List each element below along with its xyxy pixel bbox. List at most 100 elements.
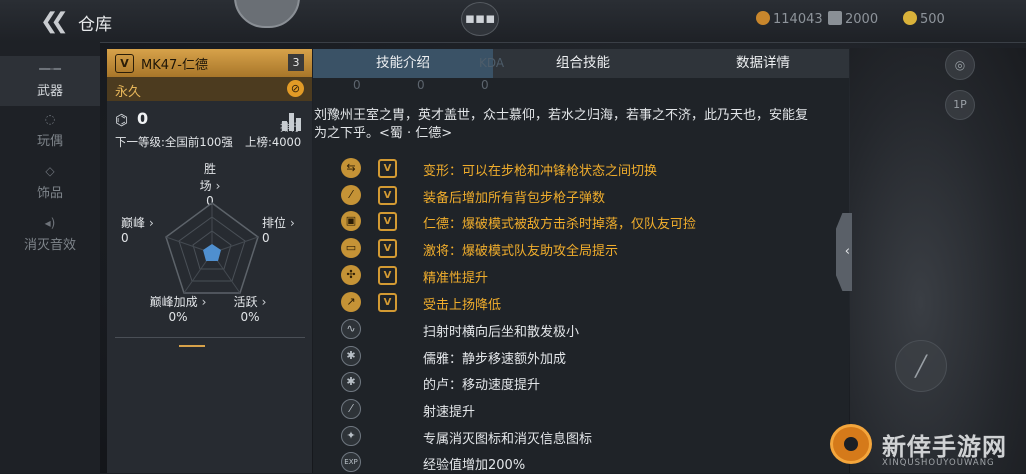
- battery-icon: ▭: [341, 238, 361, 258]
- weapon-description: 刘豫州王室之胄，英才盖世，众士慕仰，若水之归海，若事之不济，此乃天也，安能复为之…: [314, 108, 809, 141]
- sidebar-item-ornaments[interactable]: ◇ 饰品: [0, 164, 100, 201]
- kill-count: 0: [137, 109, 149, 128]
- skill-row: ▣ V 仁德：爆破模式被敌方击杀时掉落，仅队友可捡: [341, 211, 831, 233]
- sidebar-item-weapons[interactable]: ━╾━ 武器: [0, 56, 100, 106]
- emblem-v-icon: V: [378, 159, 397, 178]
- skill-text: 专属消灭图标和消灭信息图标: [423, 432, 593, 447]
- diamond-value: 2000: [845, 12, 879, 27]
- bullet-icon: ⁄: [341, 399, 361, 419]
- skill-text: 激将：爆破模式队友助攻全局提示: [423, 244, 619, 259]
- skill-text: 变形：可以在步枪和冲锋枪状态之间切换: [423, 164, 658, 179]
- tab-ghost-kda: KDA: [479, 56, 505, 70]
- exp-icon: EXP: [341, 452, 361, 472]
- skill-text: 受击上扬降低: [423, 298, 502, 313]
- side-drawer-handle[interactable]: ‹: [836, 213, 852, 291]
- skill-row: ✱ 的卢：移动速度提升: [341, 372, 831, 394]
- skill-text: 精准性提升: [423, 271, 489, 286]
- stat-value: 0%: [168, 310, 188, 324]
- emblem-v-icon: V: [378, 239, 397, 258]
- page-indicator: [179, 345, 205, 347]
- card-divider: [115, 337, 305, 338]
- skill-text: 的卢：移动速度提升: [423, 378, 541, 393]
- sidebar-item-kill-sound[interactable]: ◂) 消灭音效: [0, 216, 100, 253]
- ammo-icon: ⁄: [341, 185, 361, 205]
- avatar[interactable]: [234, 0, 300, 28]
- first-person-icon[interactable]: 1P: [945, 90, 975, 120]
- recoil-icon: ↗: [341, 292, 361, 312]
- emblem-v-icon: V: [378, 293, 397, 312]
- sidebar: ━╾━ 武器 ◌ 玩偶 ◇ 饰品 ◂) 消灭音效: [0, 42, 100, 473]
- sidebar-item-label: 武器: [36, 84, 63, 99]
- skill-row: EXP 经验值增加200%: [341, 452, 831, 474]
- back-chevron-icon[interactable]: ❮❮: [40, 9, 69, 34]
- rotate-view-icon[interactable]: ╱: [895, 340, 947, 392]
- sound-icon: ◂): [44, 216, 56, 230]
- ticket-value: 500: [920, 12, 945, 27]
- chevron-right-icon: ›: [290, 216, 295, 230]
- tab-data-details[interactable]: 数据详情: [693, 49, 833, 78]
- run-icon: ✱: [341, 372, 361, 392]
- ornament-icon: ◇: [45, 164, 55, 178]
- emblem-v-icon: V: [378, 186, 397, 205]
- ghost-value: 0: [353, 78, 361, 92]
- skill-content-panel: 0 0 0 刘豫州王室之胄，英才盖世，众士慕仰，若水之归海，若事之不济，此乃天也…: [313, 78, 849, 473]
- doll-icon: ◌: [44, 112, 56, 126]
- tab-skill-intro[interactable]: 技能介绍: [313, 49, 493, 80]
- skill-row: ⁄ 射速提升: [341, 399, 831, 421]
- no-entry-badge-icon: ⊘: [287, 80, 304, 97]
- currency-diamond: 2000: [828, 11, 878, 27]
- ghost-value: 0: [481, 78, 489, 92]
- stat-rank[interactable]: 排位 › 0: [262, 214, 308, 245]
- stat-label: 胜场: [199, 162, 216, 193]
- leaderboard-label: 排行: [280, 123, 300, 134]
- stat-peak[interactable]: 巅峰 › 0: [121, 214, 161, 245]
- watermark-title: 新倖手游网: [882, 432, 1007, 461]
- gift-icon: ▣: [341, 211, 361, 231]
- leaderboard-text: 上榜:4000: [245, 135, 302, 149]
- tab-bar: 技能介绍 KDA 组合技能 数据详情: [313, 49, 849, 80]
- skill-text: 仁德：爆破模式被敌方击杀时掉落，仅队友可捡: [423, 217, 697, 232]
- top-bar: ❮❮ 仓库 ▪▪▪ 114043 2000 500: [0, 0, 1026, 43]
- site-watermark: 新倖手游网 XINQUSHOUYOUWANG: [830, 422, 1026, 473]
- skill-text: 射速提升: [423, 405, 476, 420]
- duration-label: 永久: [115, 85, 142, 100]
- skill-row: ▭ V 激将：爆破模式队友助攻全局提示: [341, 238, 831, 260]
- skill-row: ✦ 专属消灭图标和消灭信息图标: [341, 426, 831, 448]
- gold-value: 114043: [773, 12, 823, 27]
- crosshair-icon: ✣: [341, 265, 361, 285]
- watermark-subtitle: XINQUSHOUYOUWANG: [882, 458, 995, 468]
- page-title: 仓库: [78, 15, 112, 35]
- skill-text: 儒雅：静步移速额外加成: [423, 352, 567, 367]
- skill-row: ✣ V 精准性提升: [341, 265, 831, 287]
- chat-bubble-icon[interactable]: ▪▪▪: [461, 2, 499, 36]
- skill-text: 经验值增加200%: [423, 458, 526, 473]
- skill-row: ✱ 儒雅：静步移速额外加成: [341, 346, 831, 368]
- kill-effect-icon: ✦: [341, 426, 361, 446]
- sidebar-item-dolls[interactable]: ◌ 玩偶: [0, 112, 100, 149]
- weapon-name: MK47-仁德: [141, 58, 208, 73]
- stat-label: 巅峰: [121, 216, 146, 230]
- currency-ticket: 500: [903, 11, 945, 27]
- sidebar-item-label: 饰品: [36, 186, 63, 201]
- duration-row: 永久 ⊘: [107, 77, 312, 101]
- currency-gold: 114043: [756, 11, 823, 27]
- stat-value: 0%: [240, 310, 260, 324]
- skill-row: ⇆ V 变形：可以在步枪和冲锋枪状态之间切换: [341, 158, 831, 180]
- transform-icon: ⇆: [341, 158, 361, 178]
- emblem-v-icon: V: [378, 266, 397, 285]
- gold-coin-icon: [756, 11, 770, 25]
- radar-value-area: [203, 244, 221, 261]
- sidebar-item-label: 消灭音效: [23, 238, 76, 253]
- skill-text: 装备后增加所有背包步枪子弹数: [423, 191, 606, 206]
- target-icon[interactable]: ◎: [945, 50, 975, 80]
- kill-count-icon: ⌬: [115, 111, 129, 129]
- weapon-header: V MK47-仁德 3: [107, 49, 312, 77]
- spray-icon: ∿: [341, 319, 361, 339]
- tab-combo-skills[interactable]: 组合技能: [513, 49, 653, 78]
- stat-value: 0: [262, 231, 270, 245]
- ticket-icon: [903, 11, 917, 25]
- scene-backdrop: [850, 48, 1026, 473]
- stat-label: 排位: [262, 216, 287, 230]
- chevron-right-icon: ›: [261, 295, 267, 309]
- rifle-icon: ━╾━: [39, 62, 61, 76]
